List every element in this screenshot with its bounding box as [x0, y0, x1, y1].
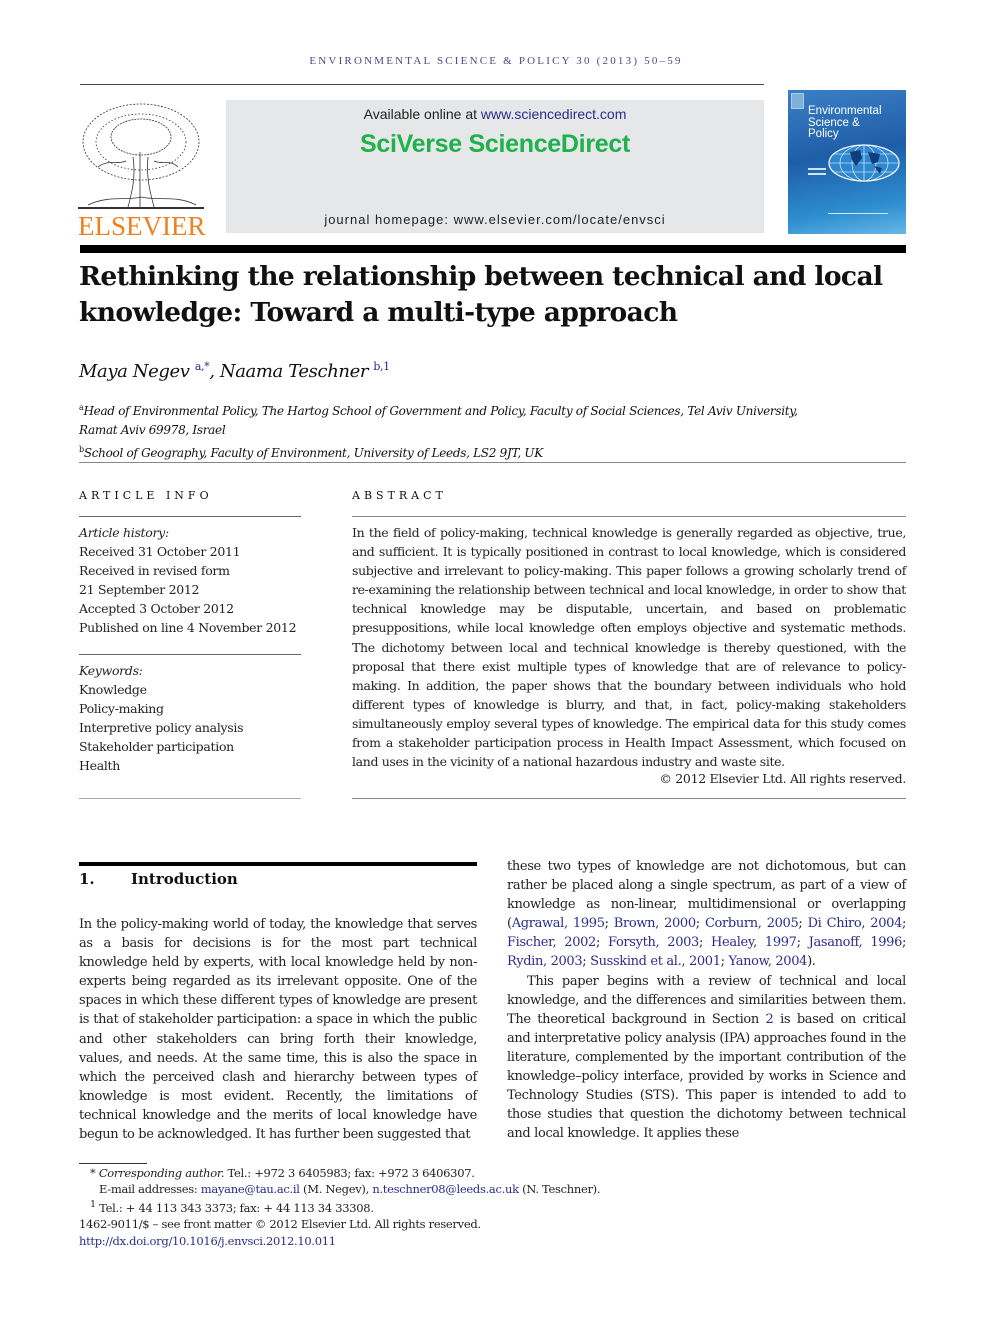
doi-link[interactable]: http://dx.doi.org/10.1016/j.envsci.2012.… — [79, 1234, 336, 1248]
header-rule — [80, 84, 764, 85]
email-note: E-mail addresses: mayane@tau.ac.il (M. N… — [99, 1182, 601, 1197]
sciverse-brand: SciVerse ScienceDirect — [360, 130, 630, 158]
author-affiliation-link[interactable]: a,* — [195, 360, 210, 373]
citation-link[interactable]: Forsyth, 2003 — [608, 935, 699, 950]
footnote-rule — [79, 1163, 147, 1164]
history-item: 21 September 2012 — [79, 582, 200, 598]
sciencedirect-banner: Available online at www.sciencedirect.co… — [226, 100, 764, 233]
history-item: Accepted 3 October 2012 — [79, 601, 234, 617]
masthead-divider — [80, 245, 906, 253]
copyright-notice: © 2012 Elsevier Ltd. All rights reserved… — [659, 771, 906, 786]
running-head: ENVIRONMENTAL SCIENCE & POLICY 30 (2013)… — [309, 55, 683, 67]
divider — [79, 654, 301, 655]
divider — [79, 462, 906, 463]
keyword: Policy-making — [79, 701, 164, 717]
citation-link[interactable]: Corburn, 2005 — [705, 916, 799, 931]
keyword: Interpretive policy analysis — [79, 720, 244, 736]
citation-link[interactable]: Rydin, 2003 — [507, 954, 583, 969]
citation-link[interactable]: Brown, 2000 — [614, 916, 696, 931]
affiliations: aHead of Environmental Policy, The Harto… — [79, 398, 879, 463]
front-matter: 1462-9011/$ – see front matter © 2012 El… — [79, 1217, 481, 1232]
article-title: Rethinking the relationship between tech… — [79, 261, 883, 328]
abstract-text: In the field of policy-making, technical… — [352, 525, 906, 770]
globe-icon — [828, 144, 900, 182]
elsevier-wordmark: ELSEVIER — [78, 211, 206, 241]
paragraph: This paper begins with a review of techn… — [507, 973, 906, 1142]
author-name: Naama Teschner — [219, 361, 369, 382]
journal-homepage-link[interactable]: journal homepage: www.elsevier.com/locat… — [226, 212, 764, 227]
section-rule — [79, 862, 477, 866]
email-link[interactable]: mayane@tau.ac.il — [201, 1182, 300, 1196]
article-history: Article history: Received 31 October 201… — [79, 523, 297, 638]
cover-publisher-logo-icon — [791, 93, 804, 109]
citation-link[interactable]: Jasanoff, 1996 — [809, 935, 903, 950]
footnotes: * Corresponding author. Tel.: +972 3 640… — [79, 1165, 779, 1249]
citation-link[interactable]: Agrawal, 1995 — [512, 916, 605, 931]
citation-link[interactable]: Susskind et al., 2001 — [590, 954, 721, 969]
article-info-heading: ARTICLE INFO — [79, 489, 213, 502]
author-affiliation-link[interactable]: b,1 — [373, 360, 390, 373]
keyword: Knowledge — [79, 682, 147, 698]
history-item: Received in revised form — [79, 563, 230, 579]
divider — [352, 798, 906, 799]
available-online: Available online at www.sciencedirect.co… — [363, 106, 627, 122]
corresponding-author-note: * Corresponding author. Tel.: +972 3 640… — [90, 1166, 475, 1180]
affiliation: bSchool of Geography, Faculty of Environ… — [79, 445, 543, 460]
divider — [79, 516, 301, 517]
keyword: Health — [79, 758, 121, 774]
footnote-1: 1 Tel.: + 44 113 343 3373; fax: + 44 113… — [90, 1199, 374, 1216]
abstract-heading: ABSTRACT — [352, 489, 447, 502]
citation-list: Agrawal, 1995; Brown, 2000; Corburn, 200… — [507, 916, 907, 970]
author-name: Maya Negev — [79, 361, 190, 382]
divider — [352, 516, 906, 517]
paragraph: In the policy-making world of today, the… — [79, 917, 477, 1143]
citation-link[interactable]: Fischer, 2002 — [507, 935, 596, 950]
affiliation: aHead of Environmental Policy, The Harto… — [79, 403, 798, 418]
journal-cover: Environmental Science & Policy — [788, 90, 906, 234]
author-list: Maya Negev a,*, Naama Teschner b,1 — [79, 360, 390, 382]
history-item: Published on line 4 November 2012 — [79, 620, 297, 636]
email-link[interactable]: n.teschner08@leeds.ac.uk — [372, 1182, 519, 1196]
keywords: Keywords: Knowledge Policy-making Interp… — [79, 661, 244, 776]
keyword: Stakeholder participation — [79, 739, 234, 755]
paragraph: these two types of knowledge are not dic… — [507, 859, 907, 970]
body-column-right: these two types of knowledge are not dic… — [507, 857, 906, 1143]
section-heading: 1. Introduction — [79, 870, 238, 888]
citation-link[interactable]: Yanow, 2004 — [728, 954, 807, 969]
sciencedirect-link[interactable]: www.sciencedirect.com — [481, 106, 627, 122]
citation-link[interactable]: Healey, 1997 — [711, 935, 797, 950]
history-item: Received 31 October 2011 — [79, 544, 241, 560]
body-column-left: In the policy-making world of today, the… — [79, 915, 477, 1144]
cover-title: Environmental Science & Policy — [808, 105, 882, 140]
citation-link[interactable]: Di Chiro, 2004 — [808, 916, 903, 931]
divider — [79, 798, 301, 799]
